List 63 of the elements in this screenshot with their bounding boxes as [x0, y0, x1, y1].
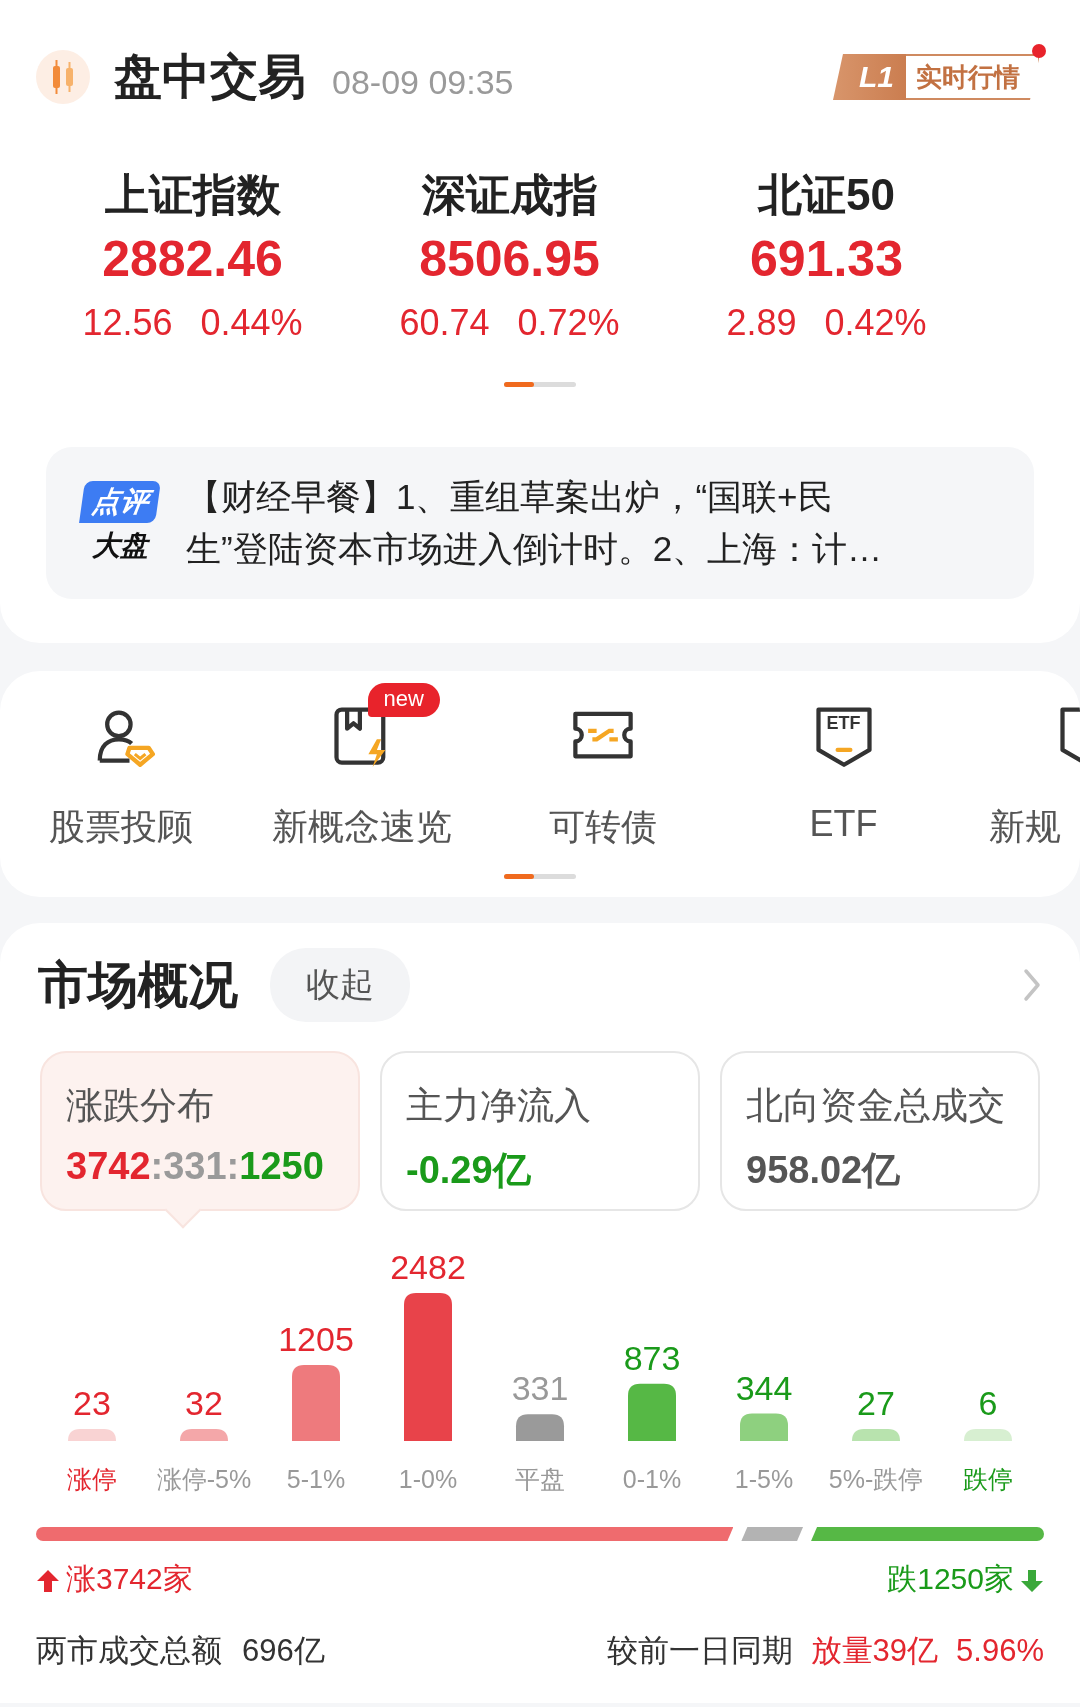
- bar-value: 344: [735, 1368, 793, 1407]
- new-badge: new: [367, 683, 440, 717]
- stat-label: 主力净流入: [406, 1084, 592, 1128]
- scroll-indicator: [504, 874, 576, 879]
- collapse-button[interactable]: 收起: [270, 948, 410, 1022]
- compare-label: 较前一日同期: [606, 1632, 793, 1670]
- bar-value: 2482: [390, 1248, 466, 1286]
- up-arrow-icon: [36, 1567, 60, 1592]
- stat-value: 958.02亿: [746, 1148, 902, 1193]
- market-comment-logo: 点评 大盘: [76, 481, 164, 565]
- index-percent: 0.72%: [517, 302, 620, 344]
- shortcut-label[interactable]: 股票投顾: [48, 803, 193, 852]
- turnover-label: 两市成交总额: [36, 1632, 222, 1670]
- index-name[interactable]: 上证指数: [104, 166, 281, 224]
- category-label: 跌停: [963, 1465, 1013, 1493]
- bar-value: 1205: [278, 1320, 354, 1359]
- category-label: 1-0%: [398, 1465, 458, 1493]
- news-card[interactable]: 点评 大盘 【财经早餐】1、重组草案出炉，“国联+民生”登陆资本市场进入倒计时。2、上海：计…: [46, 447, 1034, 599]
- turnover-value: 696亿: [242, 1632, 325, 1670]
- volume-percent: 5.96%: [956, 1633, 1044, 1669]
- index-value: 8506.95: [419, 230, 600, 289]
- stat-value: 3742:331:1250: [66, 1145, 325, 1188]
- volume-change: 放量39亿: [810, 1632, 939, 1670]
- shortcut-label[interactable]: ETF: [809, 803, 878, 845]
- index-percent: 0.42%: [824, 302, 927, 344]
- stat-label: 北向资金总成交: [746, 1084, 1006, 1128]
- shortcut-label[interactable]: 新概念速览: [271, 803, 452, 852]
- category-label: 平盘: [515, 1465, 565, 1493]
- stat-card[interactable]: 北向资金总成交 958.02亿: [720, 1051, 1040, 1211]
- index-change: 12.56: [82, 302, 173, 344]
- stat-label: 涨跌分布: [66, 1084, 215, 1128]
- index-change: 2.89: [726, 302, 797, 344]
- timestamp: 08-09 09:35: [332, 62, 514, 102]
- category-label: 1-5%: [734, 1465, 794, 1493]
- bar-value: 6: [978, 1384, 998, 1422]
- news-headline: 【财经早餐】1、重组草案出炉，“国联+民生”登陆资本市场进入倒计时。2、上海：计…: [186, 476, 884, 570]
- bar-value: 27: [857, 1384, 895, 1422]
- scroll-indicator: [504, 382, 576, 387]
- category-label: 5%-跌停: [828, 1465, 924, 1493]
- bar-value: 331: [511, 1369, 569, 1408]
- down-arrow-icon: [1020, 1567, 1044, 1592]
- bar-value: 23: [73, 1384, 111, 1422]
- index-value: 691.33: [750, 230, 903, 289]
- section-title: 市场概况: [38, 955, 238, 1015]
- index-name[interactable]: 北证50: [758, 166, 895, 224]
- index-change: 60.74: [399, 302, 490, 344]
- index-name[interactable]: 深证成指: [421, 166, 598, 224]
- bar-value: 32: [185, 1384, 223, 1422]
- shortcut-label[interactable]: 新规: [989, 803, 1061, 852]
- page-title: 盘中交易: [114, 49, 306, 105]
- category-label: 0-1%: [622, 1465, 682, 1493]
- category-label: 涨停-5%: [156, 1465, 252, 1493]
- shortcut-label[interactable]: 可转债: [548, 803, 657, 852]
- falling-count: 跌1250家: [887, 1561, 1014, 1597]
- rising-count: 涨3742家: [66, 1561, 193, 1597]
- index-value: 2882.46: [102, 230, 283, 289]
- category-label: 涨停: [67, 1465, 117, 1493]
- index-percent: 0.44%: [200, 302, 303, 344]
- stat-card[interactable]: 主力净流入 -0.29亿: [380, 1051, 700, 1211]
- stat-value: -0.29亿: [406, 1148, 532, 1193]
- bar-value: 873: [623, 1338, 681, 1377]
- candlestick-icon: [36, 50, 90, 104]
- category-label: 5-1%: [286, 1465, 346, 1493]
